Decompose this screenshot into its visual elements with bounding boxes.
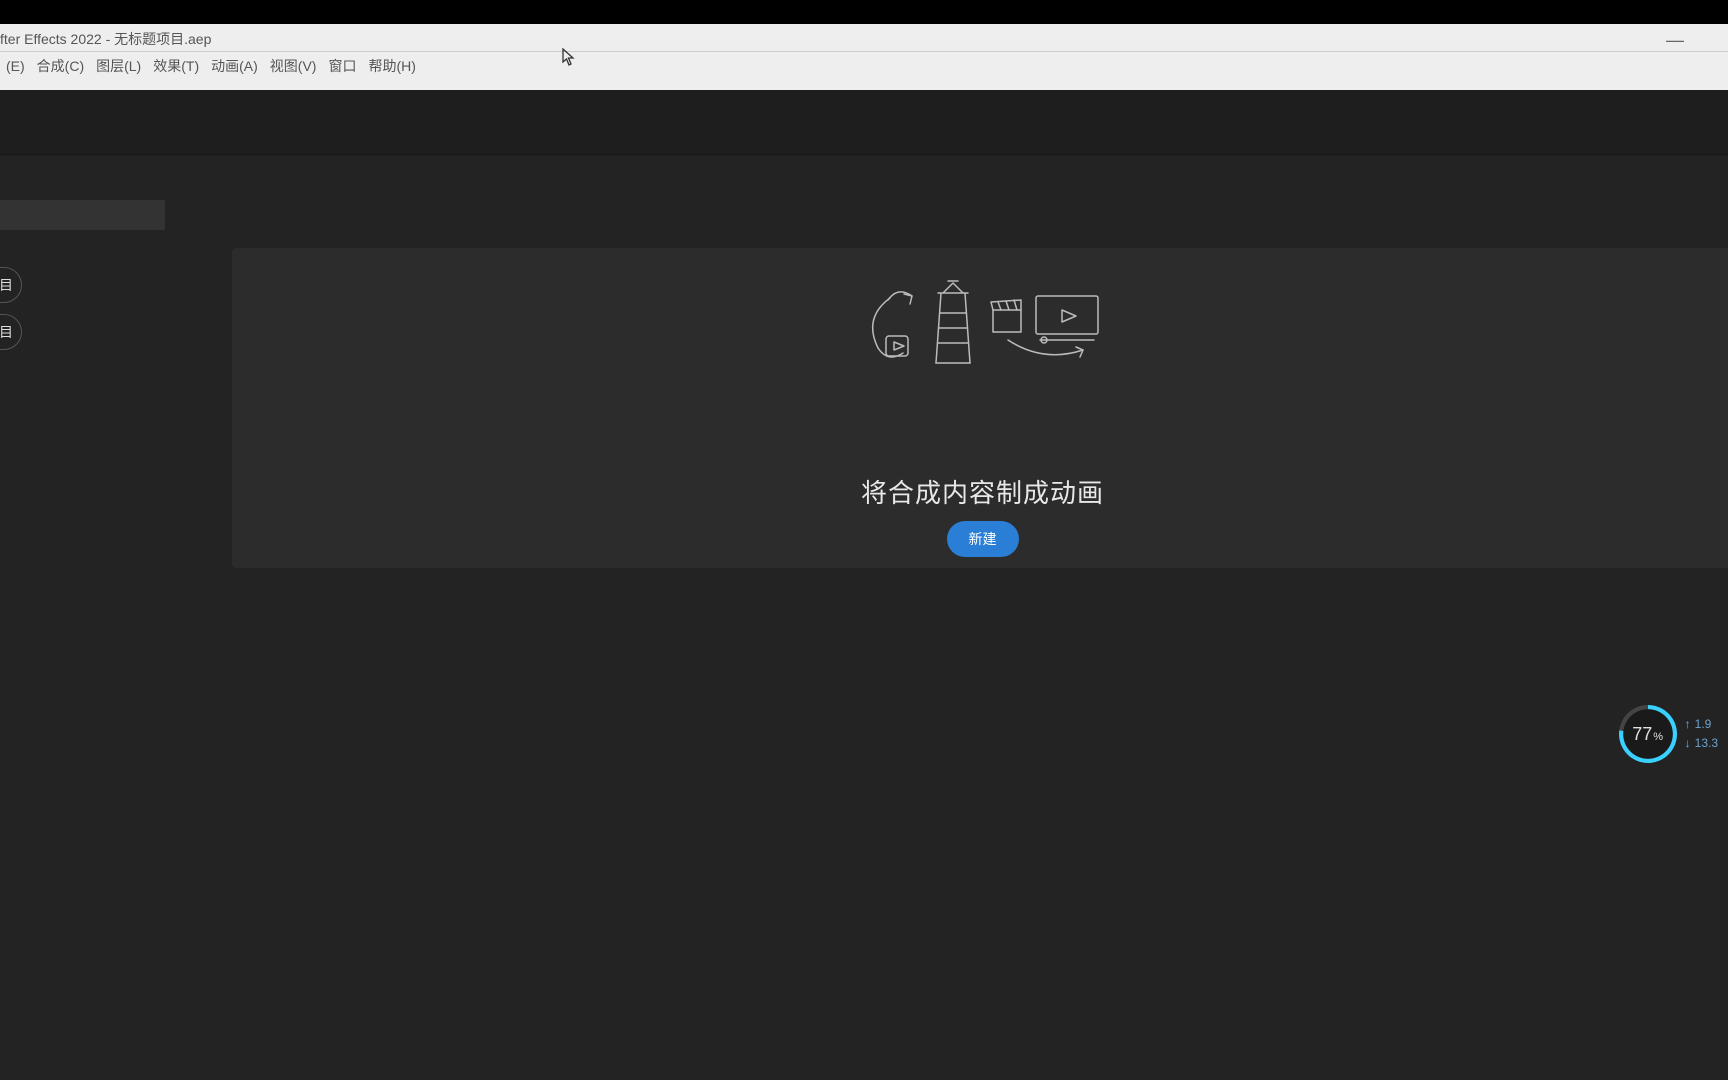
sidebar-button-open-project[interactable]: 目 <box>0 314 22 350</box>
app-body: 目 目 <box>0 90 1728 1080</box>
performance-ring-icon: 77 % <box>1619 705 1677 763</box>
minimize-icon[interactable]: — <box>1666 30 1688 51</box>
welcome-illustration-icon <box>858 278 1108 383</box>
menu-animation[interactable]: 动画(A) <box>205 53 264 79</box>
menu-view[interactable]: 视图(V) <box>264 53 323 79</box>
performance-percent: 77 <box>1632 724 1652 745</box>
performance-stats: 1.9 13.3 <box>1685 715 1718 753</box>
window-titlebar: fter Effects 2022 - 无标题项目.aep — <box>0 24 1728 52</box>
menu-help[interactable]: 帮助(H) <box>362 53 421 79</box>
menu-composition[interactable]: 合成(C) <box>31 53 90 79</box>
welcome-headline: 将合成内容制成动画 <box>232 473 1728 510</box>
upload-arrow-icon <box>1685 715 1691 734</box>
new-composition-button[interactable]: 新建 <box>947 521 1019 557</box>
net-down-value: 13.3 <box>1695 734 1718 753</box>
performance-unit: % <box>1653 731 1663 743</box>
download-arrow-icon <box>1685 734 1691 753</box>
menu-effect[interactable]: 效果(T) <box>147 53 205 79</box>
window-title: fter Effects 2022 - 无标题项目.aep <box>0 29 211 49</box>
performance-widget[interactable]: 77 % 1.9 13.3 <box>1619 705 1718 763</box>
top-black-bar <box>0 0 1728 24</box>
net-up-value: 1.9 <box>1695 715 1712 734</box>
workspace-tab-bar <box>0 90 1728 155</box>
welcome-panel: 将合成内容制成动画 新建 <box>232 248 1728 568</box>
menu-edit[interactable]: (E) <box>0 55 31 77</box>
menu-window[interactable]: 窗口 <box>322 53 362 79</box>
sidebar-button-1-label: 目 <box>0 275 13 295</box>
sidebar-button-2-label: 目 <box>0 322 13 342</box>
window-controls[interactable]: — <box>1666 30 1688 51</box>
sidebar-button-new-project[interactable]: 目 <box>0 267 22 303</box>
menu-bar: (E) 合成(C) 图层(L) 效果(T) 动画(A) 视图(V) 窗口 帮助(… <box>0 52 1728 80</box>
menu-layer[interactable]: 图层(L) <box>90 53 147 79</box>
home-sidebar-header-stub <box>0 200 165 230</box>
